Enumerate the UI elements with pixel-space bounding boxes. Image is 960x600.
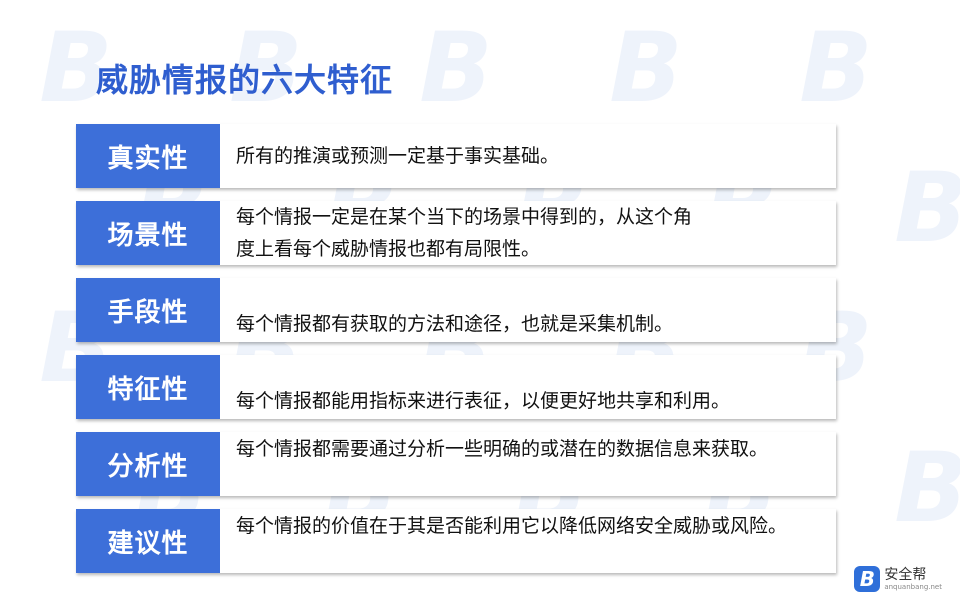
feature-label: 分析性 <box>76 432 220 496</box>
brand-logo: B 安全帮 anquanbang.net <box>854 566 942 592</box>
watermark-b-icon: B <box>883 440 960 536</box>
watermark-b-icon: B <box>799 12 873 124</box>
feature-row-analytical: 分析性 每个情报都需要通过分析一些明确的或潜在的数据信息来获取。 <box>76 432 836 496</box>
feature-label: 手段性 <box>76 278 220 342</box>
feature-description: 每个情报都需要通过分析一些明确的或潜在的数据信息来获取。 <box>236 438 769 460</box>
feature-description: 每个情报都有获取的方法和途径，也就是采集机制。 <box>236 313 674 335</box>
feature-label: 场景性 <box>76 201 220 265</box>
feature-row-means: 手段性 每个情报都有获取的方法和途径，也就是采集机制。 <box>76 278 836 342</box>
feature-label: 特征性 <box>76 355 220 419</box>
feature-description: 每个情报一定是在某个当下的场景中得到的，从这个角 度上看每个威胁情报也都有局限性… <box>236 206 693 260</box>
feature-description: 每个情报都能用指标来进行表征，以便更好地共享和利用。 <box>236 390 731 412</box>
watermark-b-icon: B <box>883 160 960 256</box>
feature-row-scenario: 场景性 每个情报一定是在某个当下的场景中得到的，从这个角 度上看每个威胁情报也都… <box>76 201 836 265</box>
feature-description: 所有的推演或预测一定基于事实基础。 <box>236 145 560 167</box>
brand-url: anquanbang.net <box>884 583 942 591</box>
feature-label: 真实性 <box>76 124 220 188</box>
feature-list: 真实性 所有的推演或预测一定基于事实基础。 场景性 每个情报一定是在某个当下的场… <box>76 124 836 586</box>
feature-row-advisory: 建议性 每个情报的价值在于其是否能利用它以降低网络安全威胁或风险。 <box>76 509 836 573</box>
feature-row-characteristic: 特征性 每个情报都能用指标来进行表征，以便更好地共享和利用。 <box>76 355 836 419</box>
feature-label: 建议性 <box>76 509 220 573</box>
feature-description: 每个情报的价值在于其是否能利用它以降低网络安全威胁或风险。 <box>236 515 788 537</box>
brand-name: 安全帮 <box>884 567 927 583</box>
slide: BBBBBBBBBBBBBBBBBBBB 威胁情报的六大特征 真实性 所有的推演… <box>0 0 960 600</box>
brand-logo-icon: B <box>854 566 881 592</box>
watermark-b-icon: B <box>419 12 493 124</box>
watermark-b-icon: B <box>609 12 683 124</box>
feature-row-authenticity: 真实性 所有的推演或预测一定基于事实基础。 <box>76 124 836 188</box>
page-title: 威胁情报的六大特征 <box>96 61 394 99</box>
